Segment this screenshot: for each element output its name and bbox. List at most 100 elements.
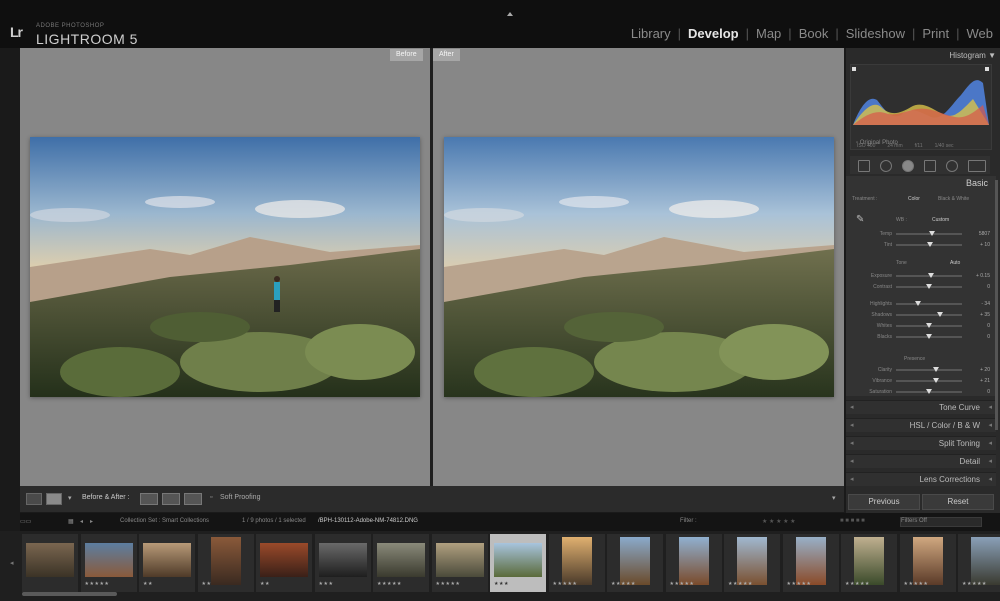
histogram[interactable]: ISO 400 24 mm f/11 1/40 sec	[850, 64, 992, 150]
module-book[interactable]: Book	[792, 26, 836, 41]
panel-switch-icon[interactable]: ◂	[850, 403, 854, 411]
slider-thumb[interactable]	[927, 273, 934, 278]
after-photo[interactable]	[444, 137, 834, 397]
slider-value[interactable]: + 21	[980, 378, 990, 384]
before-photo[interactable]	[30, 137, 420, 397]
filmstrip-left-arrow-icon[interactable]: ◂	[10, 559, 14, 567]
slider-value[interactable]: 5807	[979, 231, 990, 237]
histogram-header[interactable]: Histogram ▼	[846, 51, 996, 65]
filmstrip-thumbnail[interactable]: ★★	[139, 534, 195, 592]
slider-shadows[interactable]: Shadows + 35	[850, 311, 990, 319]
panel-switch-icon[interactable]: ◂	[850, 475, 854, 483]
slider-thumb[interactable]	[926, 323, 932, 328]
filmstrip-thumbnail[interactable]: ★★	[256, 534, 312, 592]
panel-detail[interactable]: ◂ Detail ◂	[846, 454, 996, 468]
loupe-view-button[interactable]	[26, 493, 42, 505]
treatment-bw-option[interactable]: Black & White	[938, 196, 969, 202]
module-library[interactable]: Library	[624, 26, 678, 41]
filmstrip-thumbnail[interactable]: ★★★	[314, 534, 371, 592]
second-window-icon[interactable]: ▭▭	[20, 518, 31, 525]
panel-expand-icon[interactable]: ◂	[988, 457, 992, 465]
slider-track[interactable]	[896, 273, 962, 278]
wb-dropdown[interactable]: Custom	[932, 217, 949, 223]
slider-track[interactable]	[896, 378, 962, 383]
filmstrip-thumbnail[interactable]: ★★★	[490, 534, 546, 592]
filmstrip-thumbnail[interactable]: ★★★★★	[548, 534, 605, 592]
module-develop[interactable]: Develop	[681, 26, 746, 41]
panel-expand-icon[interactable]: ◂	[988, 421, 992, 429]
red-eye-tool-icon[interactable]	[902, 160, 914, 172]
panel-switch-icon[interactable]: ◂	[850, 439, 854, 447]
slider-value[interactable]: + 10	[980, 242, 990, 248]
slider-tint[interactable]: Tint + 10	[850, 241, 990, 249]
slider-exposure[interactable]: Exposure + 0.15	[850, 272, 990, 280]
slider-value[interactable]: + 0.15	[976, 273, 990, 279]
treatment-color-option[interactable]: Color	[908, 196, 920, 202]
filmstrip-thumbnail[interactable]: ★★★★★	[782, 534, 839, 592]
slider-thumb[interactable]	[927, 242, 934, 247]
slider-track[interactable]	[896, 323, 962, 328]
slider-whites[interactable]: Whites 0	[850, 322, 990, 330]
forward-arrow-icon[interactable]: ▸	[90, 518, 93, 525]
copy-after-to-before-button[interactable]	[162, 493, 180, 505]
module-web[interactable]: Web	[960, 26, 1000, 41]
original-photo-checkbox[interactable]: ▫ Original Photo	[856, 140, 898, 146]
panel-expand-icon[interactable]: ◂	[988, 475, 992, 483]
before-after-view-button[interactable]	[46, 493, 62, 505]
basic-panel-title[interactable]: Basic	[966, 178, 988, 188]
slider-thumb[interactable]	[926, 284, 932, 289]
back-arrow-icon[interactable]: ◂	[80, 518, 83, 525]
slider-thumb[interactable]	[937, 312, 944, 317]
tone-auto-button[interactable]: Auto	[950, 260, 960, 266]
filmstrip-thumbnail[interactable]: ★★★★★	[431, 534, 488, 592]
filter-preset-dropdown[interactable]: Filters Off	[900, 517, 982, 527]
slider-highlights[interactable]: Highlights - 34	[850, 300, 990, 308]
filmstrip-thumbnail[interactable]: ★★★★★	[841, 534, 897, 592]
slider-contrast[interactable]: Contrast 0	[850, 283, 990, 291]
panel-collapse-icon[interactable]: ▼	[988, 51, 996, 60]
slider-thumb[interactable]	[926, 334, 932, 339]
color-label-filter[interactable]: ■ ■ ■ ■ ■	[840, 518, 865, 524]
panel-switch-icon[interactable]: ◂	[850, 421, 854, 429]
filmstrip-thumbnail[interactable]: ★★	[197, 534, 254, 592]
filmstrip-scrollbar[interactable]	[22, 592, 117, 596]
module-slideshow[interactable]: Slideshow	[839, 26, 912, 41]
toolbar-options-chevron-icon[interactable]: ▾	[832, 494, 836, 502]
previous-button[interactable]: Previous	[848, 494, 920, 510]
graduated-filter-icon[interactable]	[924, 160, 936, 172]
slider-thumb[interactable]	[914, 301, 921, 306]
adjustment-brush-icon[interactable]	[968, 160, 986, 172]
slider-temp[interactable]: Temp 5807	[850, 230, 990, 238]
panel-hsl-color-b-w[interactable]: ◂ HSL / Color / B & W ◂	[846, 418, 996, 432]
crop-tool-icon[interactable]	[858, 160, 870, 172]
filmstrip-thumbnail[interactable]: ★★★★★	[373, 534, 429, 592]
panel-lens-corrections[interactable]: ◂ Lens Corrections ◂	[846, 472, 996, 486]
slider-thumb[interactable]	[932, 367, 939, 372]
white-balance-eyedropper-icon[interactable]: ✎	[856, 214, 864, 225]
slider-value[interactable]: 0	[987, 284, 990, 290]
rating-filter-stars[interactable]: ★ ★ ★ ★ ★	[762, 518, 796, 525]
slider-value[interactable]: + 35	[980, 312, 990, 318]
radial-filter-icon[interactable]	[946, 160, 958, 172]
panel-expand-icon[interactable]: ◂	[988, 403, 992, 411]
module-map[interactable]: Map	[749, 26, 788, 41]
slider-track[interactable]	[896, 312, 962, 317]
slider-track[interactable]	[896, 242, 962, 247]
right-panel-scrollbar[interactable]	[995, 180, 998, 430]
module-print[interactable]: Print	[915, 26, 956, 41]
view-mode-chevron-icon[interactable]: ▾	[68, 494, 72, 502]
slider-value[interactable]: 0	[987, 334, 990, 340]
panel-split-toning[interactable]: ◂ Split Toning ◂	[846, 436, 996, 450]
swap-before-after-button[interactable]	[184, 493, 202, 505]
slider-thumb[interactable]	[932, 378, 939, 383]
slider-blacks[interactable]: Blacks 0	[850, 333, 990, 341]
panel-tone-curve[interactable]: ◂ Tone Curve ◂	[846, 400, 996, 414]
filmstrip-thumbnail[interactable]	[22, 534, 78, 592]
panel-switch-icon[interactable]: ◂	[850, 457, 854, 465]
collapse-arrow-icon[interactable]	[507, 12, 513, 16]
slider-track[interactable]	[896, 231, 962, 236]
filmstrip-thumbnail[interactable]: ★★★★★	[607, 534, 663, 592]
selected-filename[interactable]: /BPH-130112-Adobe-NM-74812.DNG	[318, 518, 418, 524]
panel-expand-icon[interactable]: ◂	[988, 439, 992, 447]
slider-value[interactable]: 0	[987, 323, 990, 329]
